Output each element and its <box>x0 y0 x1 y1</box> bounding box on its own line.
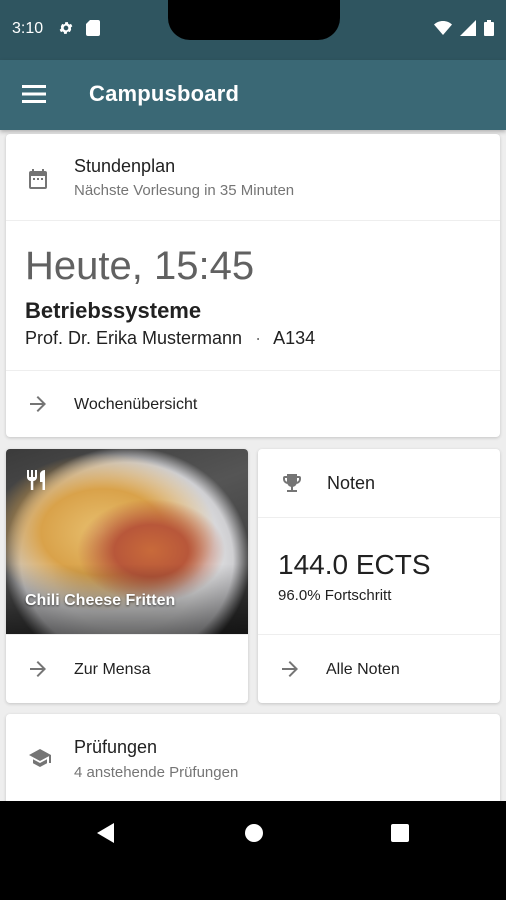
schedule-title: Stundenplan <box>74 156 176 176</box>
dish-image: Chili Cheese Fritten <box>6 449 248 634</box>
gear-icon <box>58 20 74 41</box>
exams-card[interactable]: Prüfungen 4 anstehende Prüfungen <box>6 714 500 814</box>
wifi-icon <box>434 21 452 40</box>
schedule-subtitle: Nächste Vorlesung in 35 Minuten <box>74 182 295 199</box>
menu-icon[interactable] <box>22 83 48 110</box>
grades-title: Noten <box>327 473 376 493</box>
room-number: A134 <box>273 328 316 348</box>
course-name: Betriebssysteme <box>25 298 202 323</box>
separator-dot: · <box>255 328 262 348</box>
arrow-right-icon <box>26 392 50 421</box>
school-icon <box>26 746 54 775</box>
camera-notch <box>168 0 340 40</box>
app-bar: Campusboard <box>0 60 506 130</box>
mensa-card[interactable]: Chili Cheese Fritten Zur Mensa <box>6 449 248 703</box>
status-bar: 3:10 <box>0 0 506 60</box>
exams-title: Prüfungen <box>74 737 158 757</box>
divider <box>6 220 500 221</box>
status-time: 3:10 <box>12 20 44 37</box>
schedule-card[interactable]: Stundenplan Nächste Vorlesung in 35 Minu… <box>6 134 500 437</box>
sd-card-icon <box>86 20 100 41</box>
all-grades-label: Alle Noten <box>326 661 400 678</box>
status-icons <box>434 20 494 41</box>
calendar-icon <box>26 167 50 196</box>
grades-card[interactable]: Noten 144.0 ECTS 96.0% Fortschritt Alle … <box>258 449 500 703</box>
next-lecture-time: Heute, 15:45 <box>25 244 255 288</box>
dish-name: Chili Cheese Fritten <box>25 592 176 609</box>
trophy-icon <box>280 471 304 500</box>
study-progress: 96.0% Fortschritt <box>278 587 392 604</box>
ects-total: 144.0 ECTS <box>278 549 431 580</box>
app-title: Campusboard <box>89 81 240 106</box>
to-mensa-label: Zur Mensa <box>74 661 151 678</box>
week-overview-label: Wochenübersicht <box>74 396 198 413</box>
week-overview-button[interactable]: Wochenübersicht <box>6 371 500 437</box>
lecture-details: Prof. Dr. Erika Mustermann · A134 <box>25 328 315 349</box>
restaurant-icon <box>24 467 48 498</box>
battery-icon <box>484 20 494 41</box>
recent-apps-icon[interactable] <box>390 823 410 848</box>
divider <box>258 517 500 518</box>
all-grades-button[interactable]: Alle Noten <box>258 635 500 703</box>
arrow-right-icon <box>278 657 302 686</box>
arrow-right-icon <box>26 657 50 686</box>
signal-icon <box>460 20 476 41</box>
home-icon[interactable] <box>244 823 264 848</box>
exams-subtitle: 4 anstehende Prüfungen <box>74 764 239 781</box>
to-mensa-button[interactable]: Zur Mensa <box>6 635 248 703</box>
system-nav-bar <box>0 801 506 900</box>
professor-name: Prof. Dr. Erika Mustermann <box>25 328 243 348</box>
back-icon[interactable] <box>96 822 116 849</box>
